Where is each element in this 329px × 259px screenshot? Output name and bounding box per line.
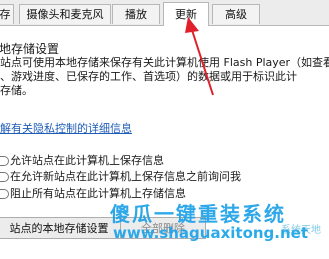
red-arrow-annotation-icon (185, 17, 214, 96)
